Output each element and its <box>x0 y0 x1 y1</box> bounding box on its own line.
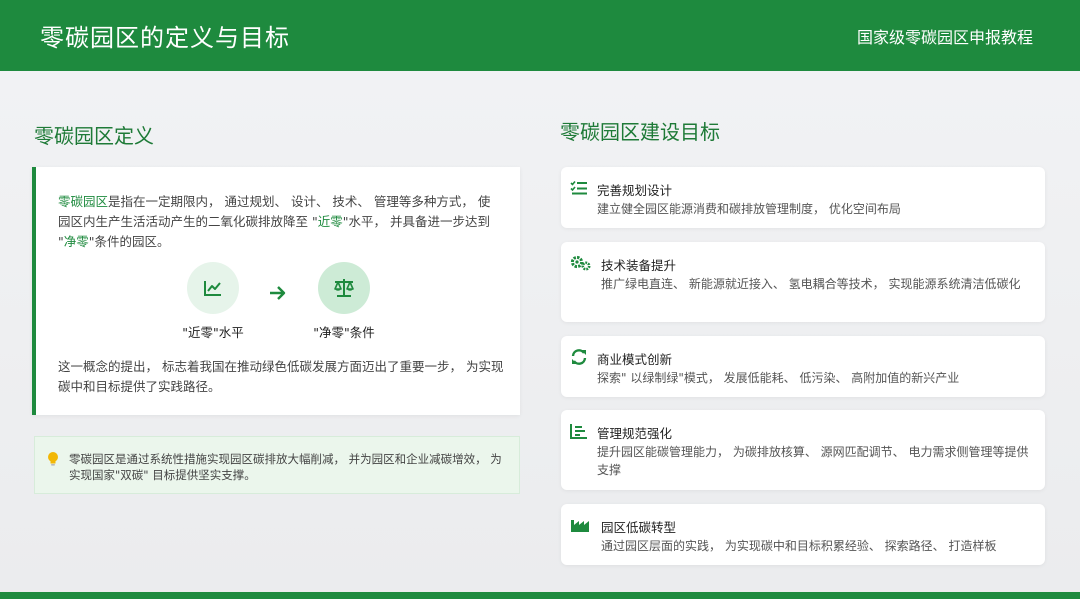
goal-description: 通过园区层面的实践， 为实现碳中和目标积累经验、 探索路径、 打造样板 <box>601 539 997 553</box>
definition-text-3: "条件的园区。 <box>88 234 170 249</box>
net-zero-scale-icon <box>318 262 370 314</box>
arrow-right-icon <box>268 285 288 305</box>
tip-callout: 零碳园区是通过系统性措施实现园区碳排放大幅削减， 并为园区和企业减碳增效， 为实… <box>34 436 520 494</box>
goal-description: 推广绿电直连、 新能源就近接入、 氢电耦合等技术， 实现能源系统清洁低碳化 <box>601 277 1021 291</box>
highlight-near-zero: 近零 <box>317 214 343 229</box>
goal-title: 商业模式创新 <box>597 352 673 367</box>
bar-chart-icon <box>570 423 588 443</box>
factory-icon <box>570 517 590 537</box>
net-zero-label: "净零"条件 <box>313 325 375 340</box>
highlight-term: 零碳园区 <box>58 194 109 209</box>
goal-description: 建立健全园区能源消费和碳排放管理制度， 优化空间布局 <box>597 202 901 216</box>
definition-paragraph: 零碳园区是指在一定期限内， 通过规划、 设计、 技术、 管理等多种方式， 使园区… <box>58 192 498 252</box>
goal-card-transformation: 园区低碳转型 通过园区层面的实践， 为实现碳中和目标积累经验、 探索路径、 打造… <box>561 504 1045 565</box>
goal-card-planning: 完善规划设计 建立健全园区能源消费和碳排放管理制度， 优化空间布局 <box>561 167 1045 228</box>
tip-text: 零碳园区是通过系统性措施实现园区碳排放大幅削减， 并为园区和企业减碳增效， 为实… <box>69 452 502 482</box>
page-title: 零碳园区的定义与目标 <box>40 24 290 52</box>
goal-title: 园区低碳转型 <box>601 520 677 535</box>
goal-card-management: 管理规范强化 提升园区能碳管理能力， 为碳排放核算、 源网匹配调节、 电力需求侧… <box>561 410 1045 490</box>
goal-description: 探索" 以绿制绿"模式， 发展低能耗、 低污染、 高附加值的新兴产业 <box>597 371 960 385</box>
goal-title: 技术装备提升 <box>601 258 677 273</box>
goals-section-title: 零碳园区建设目标 <box>560 120 720 144</box>
goal-description: 提升园区能碳管理能力， 为碳排放核算、 源网匹配调节、 电力需求侧管理等提供支撑 <box>597 445 1029 477</box>
highlight-net-zero: 净零 <box>63 234 89 249</box>
significance-paragraph: 这一概念的提出， 标志着我国在推动绿色低碳发展方面迈出了重要一步， 为实现碳中和… <box>58 359 504 394</box>
cycle-arrows-icon <box>570 348 588 370</box>
checklist-icon <box>570 180 588 200</box>
definition-section-title: 零碳园区定义 <box>34 124 154 148</box>
goal-card-business: 商业模式创新 探索" 以绿制绿"模式， 发展低能耗、 低污染、 高附加值的新兴产… <box>561 336 1045 397</box>
lightbulb-icon <box>47 451 59 471</box>
near-zero-label: "近零"水平 <box>182 325 244 340</box>
goal-title: 管理规范强化 <box>597 426 673 441</box>
goal-card-technology: 技术装备提升 推广绿电直连、 新能源就近接入、 氢电耦合等技术， 实现能源系统清… <box>561 242 1045 322</box>
gears-icon <box>570 254 592 276</box>
footer-bar <box>0 592 1080 599</box>
course-subtitle: 国家级零碳园区申报教程 <box>856 27 1033 47</box>
header-bar: 零碳园区的定义与目标 国家级零碳园区申报教程 <box>0 0 1080 71</box>
near-zero-chart-icon <box>187 262 239 314</box>
goal-title: 完善规划设计 <box>597 183 673 198</box>
definition-card: 零碳园区是指在一定期限内， 通过规划、 设计、 技术、 管理等多种方式， 使园区… <box>32 167 520 415</box>
